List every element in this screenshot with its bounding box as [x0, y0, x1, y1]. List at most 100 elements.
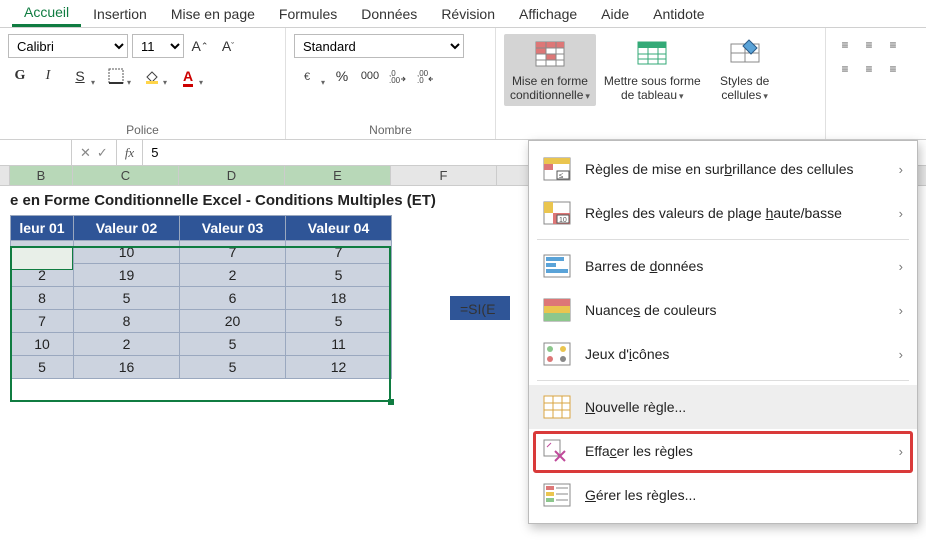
col-header-c[interactable]: C [73, 166, 179, 185]
decrease-font-icon[interactable]: Aˇ [216, 34, 240, 58]
conditional-formatting-button[interactable]: Mise en forme conditionnelle▾ [504, 34, 596, 106]
menu-new-rule[interactable]: Nouvelle règle... [529, 385, 917, 429]
table-format-label: Mettre sous forme de tableau [604, 74, 701, 102]
header-cell[interactable]: Valeur 03 [180, 216, 286, 241]
border-icon [108, 68, 124, 84]
chevron-right-icon: › [899, 444, 903, 459]
align-top-icon[interactable]: ≡ [834, 34, 856, 56]
data-cell[interactable]: 18 [286, 287, 392, 310]
number-format-combo[interactable]: Standard [294, 34, 464, 58]
menu-label: Jeux d'icônes [585, 346, 669, 362]
fx-button[interactable]: fx [117, 140, 143, 165]
data-cell[interactable]: 5 [180, 333, 286, 356]
data-cell[interactable]: 7 [286, 241, 392, 264]
tab-formules[interactable]: Formules [267, 2, 349, 26]
format-as-table-button[interactable]: Mettre sous forme de tableau▾ [598, 34, 707, 106]
align-left-icon[interactable]: ≡ [834, 58, 856, 80]
data-cell[interactable]: 8 [74, 310, 180, 333]
col-header-corner[interactable] [0, 166, 10, 185]
increase-decimal-button[interactable]: ,0,00 [386, 64, 410, 88]
data-cell[interactable]: 2 [11, 264, 74, 287]
accept-formula-icon[interactable]: ✓ [97, 145, 108, 161]
svg-text:,00: ,00 [389, 76, 401, 83]
new-rule-icon [543, 395, 571, 419]
data-cell[interactable]: 10 [11, 333, 74, 356]
header-cell[interactable]: Valeur 04 [286, 216, 392, 241]
font-color-button[interactable]: A [172, 64, 204, 88]
tab-insertion[interactable]: Insertion [81, 2, 159, 26]
col-header-f[interactable]: F [391, 166, 497, 185]
tab-revision[interactable]: Révision [429, 2, 507, 26]
menu-top-bottom-rules[interactable]: 10 Règles des valeurs de plage haute/bas… [529, 191, 917, 235]
italic-button[interactable]: I [36, 64, 60, 88]
font-name-combo[interactable]: Calibri [8, 34, 128, 58]
name-box[interactable] [0, 140, 72, 165]
tab-donnees[interactable]: Données [349, 2, 429, 26]
menu-manage-rules[interactable]: Gérer les règles... [529, 473, 917, 517]
align-center-icon[interactable]: ≡ [858, 58, 880, 80]
svg-text:€: € [304, 71, 310, 83]
tab-antidote[interactable]: Antidote [641, 2, 716, 26]
cell-styles-button[interactable]: Styles de cellules▾ [709, 34, 781, 106]
font-size-combo[interactable]: 11 [132, 34, 184, 58]
increase-font-icon[interactable]: A⌃ [188, 34, 212, 58]
col-header-b[interactable]: B [10, 166, 73, 185]
data-cell[interactable]: 5 [286, 310, 392, 333]
col-header-e[interactable]: E [285, 166, 391, 185]
data-cell[interactable]: 12 [286, 356, 392, 379]
tab-aide[interactable]: Aide [589, 2, 641, 26]
cell-styles-icon [729, 38, 761, 70]
data-cell[interactable]: 11 [286, 333, 392, 356]
data-cell[interactable]: 20 [180, 310, 286, 333]
menu-label: Règles de mise en surbrillance des cellu… [585, 161, 854, 177]
data-cell[interactable]: 5 [11, 356, 74, 379]
col-header-d[interactable]: D [179, 166, 285, 185]
percent-button[interactable]: % [330, 64, 354, 88]
highlight-rules-icon: ≤ [543, 157, 571, 181]
data-cell[interactable]: 7 [180, 241, 286, 264]
header-cell[interactable]: leur 01 [11, 216, 74, 241]
data-cell[interactable]: 5 [74, 287, 180, 310]
tab-mise-en-page[interactable]: Mise en page [159, 2, 267, 26]
menu-icon-sets[interactable]: Jeux d'icônes › [529, 332, 917, 376]
menu-data-bars[interactable]: Barres de données › [529, 244, 917, 288]
data-cell[interactable]: 2 [74, 333, 180, 356]
data-cell[interactable]: 19 [74, 264, 180, 287]
chevron-right-icon: › [899, 347, 903, 362]
fill-color-button[interactable] [136, 64, 168, 88]
data-cell[interactable]: 7 [11, 310, 74, 333]
tab-accueil[interactable]: Accueil [12, 0, 81, 27]
ribbon: Calibri 11 A⌃ Aˇ G I S A Police [0, 28, 926, 140]
align-right-icon[interactable]: ≡ [882, 58, 904, 80]
data-cell[interactable]: 5 [286, 264, 392, 287]
currency-button[interactable]: € [294, 64, 326, 88]
data-cell[interactable]: 5 [180, 356, 286, 379]
data-cell[interactable]: 8 [11, 287, 74, 310]
tab-affichage[interactable]: Affichage [507, 2, 589, 26]
data-cell[interactable]: 10 [74, 241, 180, 264]
menu-color-scales[interactable]: Nuances de couleurs › [529, 288, 917, 332]
data-cell[interactable]: 5 [11, 241, 74, 264]
data-cell[interactable]: 6 [180, 287, 286, 310]
menu-label: Nuances de couleurs [585, 302, 717, 318]
border-button[interactable] [100, 64, 132, 88]
group-alignment: ≡ ≡ ≡ ≡ ≡ ≡ [826, 28, 912, 139]
header-cell[interactable]: Valeur 02 [74, 216, 180, 241]
conditional-formatting-menu: ≤ Règles de mise en surbrillance des cel… [528, 140, 918, 524]
cancel-formula-icon[interactable]: ✕ [80, 145, 91, 161]
menu-highlight-rules[interactable]: ≤ Règles de mise en surbrillance des cel… [529, 147, 917, 191]
selection-handle[interactable] [388, 399, 394, 405]
menu-label: Gérer les règles... [585, 487, 696, 503]
data-cell[interactable]: 16 [74, 356, 180, 379]
align-middle-icon[interactable]: ≡ [858, 34, 880, 56]
bold-button[interactable]: G [8, 64, 32, 88]
menu-clear-rules[interactable]: Effacer les règles › [529, 429, 917, 473]
svg-text:,0: ,0 [417, 76, 424, 83]
group-police: Calibri 11 A⌃ Aˇ G I S A Police [0, 28, 286, 139]
underline-button[interactable]: S [64, 64, 96, 88]
decrease-decimal-button[interactable]: ,00,0 [414, 64, 438, 88]
group-nombre: Standard € % 000 ,0,00 ,00,0 Nombre [286, 28, 496, 139]
thousands-button[interactable]: 000 [358, 64, 382, 88]
align-bottom-icon[interactable]: ≡ [882, 34, 904, 56]
data-cell[interactable]: 2 [180, 264, 286, 287]
